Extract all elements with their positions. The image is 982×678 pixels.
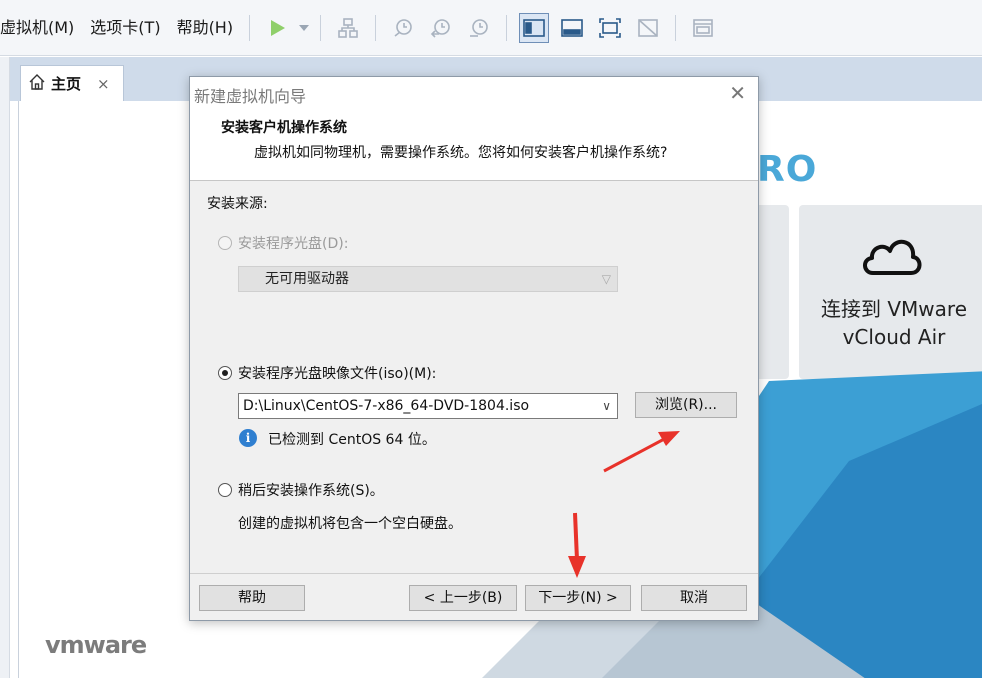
arrow-to-browse-icon (603, 431, 680, 473)
annotation-arrows (568, 431, 680, 578)
arrow-to-next-icon (568, 512, 586, 578)
